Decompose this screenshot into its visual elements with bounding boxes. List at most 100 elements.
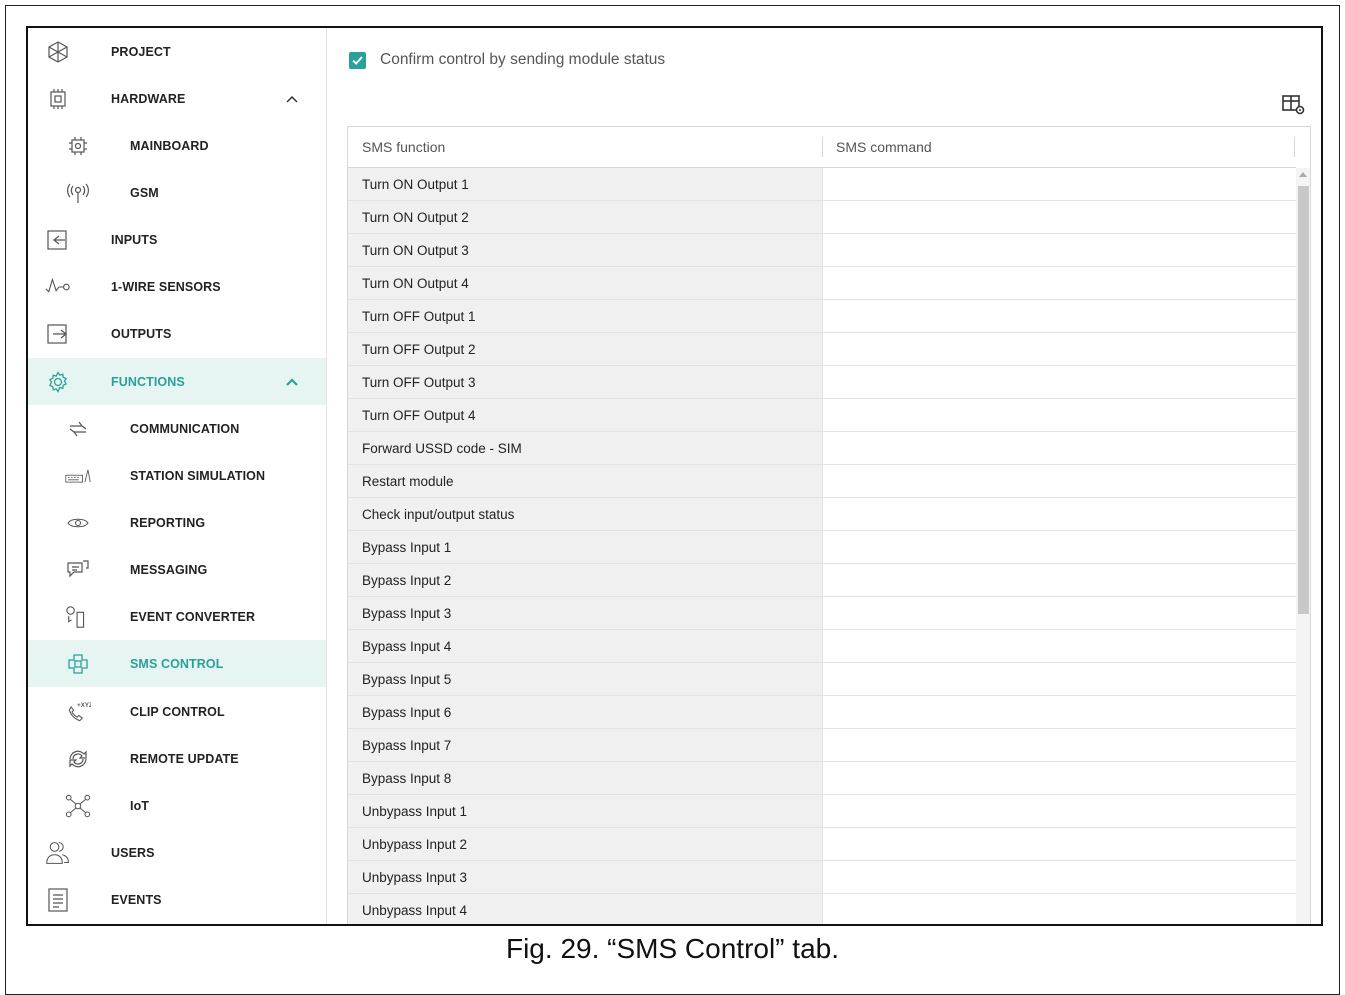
sms-command-input[interactable]: [822, 399, 1296, 431]
sidebar-item-mainboard[interactable]: MAINBOARD: [28, 122, 326, 169]
table-row: Unbypass Input 4: [348, 894, 1296, 924]
sms-command-input[interactable]: [822, 201, 1296, 233]
sidebar-item-remote-update[interactable]: REMOTE UPDATE: [28, 735, 326, 782]
confirm-label: Confirm control by sending module status: [380, 51, 666, 68]
sidebar: PROJECT HARDWARE MAINBOARD GSM INPUTS 1-WIRE …: [28, 28, 327, 924]
sms-command-input[interactable]: [822, 168, 1296, 200]
column-header-sms-command[interactable]: SMS command: [836, 139, 932, 155]
table-settings-icon[interactable]: [1281, 92, 1307, 118]
table-body: Turn ON Output 1 Turn ON Output 2 Turn ON …: [348, 168, 1296, 924]
sidebar-item-reporting[interactable]: REPORTING: [28, 499, 326, 546]
table-row: Check input/output status: [348, 498, 1296, 531]
sidebar-item-label: PROJECT: [111, 44, 171, 59]
sms-function-cell: Check input/output status: [348, 498, 822, 530]
sidebar-item-project[interactable]: PROJECT: [28, 28, 326, 75]
gear-icon: [45, 369, 71, 395]
sidebar-item-clip-control[interactable]: +XYZ CLIP CONTROL: [28, 688, 326, 735]
keyboard-icon: [65, 463, 91, 489]
sidebar-item-users[interactable]: USERS: [28, 829, 326, 876]
sms-command-input[interactable]: [822, 828, 1296, 860]
table-scrollbar[interactable]: [1296, 168, 1310, 924]
sms-command-input[interactable]: [822, 267, 1296, 299]
sms-command-input[interactable]: [822, 333, 1296, 365]
sidebar-item-outputs[interactable]: OUTPUTS: [28, 310, 326, 357]
sms-function-cell: Turn ON Output 3: [348, 234, 822, 266]
sms-command-input[interactable]: [822, 531, 1296, 563]
table-row: Bypass Input 4: [348, 630, 1296, 663]
sidebar-item-station-simulation[interactable]: STATION SIMULATION: [28, 452, 326, 499]
sidebar-item-inputs[interactable]: INPUTS: [28, 216, 326, 263]
sidebar-item-sms-control[interactable]: SMS CONTROL: [28, 640, 326, 687]
sidebar-item-events[interactable]: EVENTS: [28, 876, 326, 923]
sidebar-item-label: SMS CONTROL: [130, 656, 224, 671]
table-row: Turn ON Output 2: [348, 201, 1296, 234]
refresh-icon: [65, 746, 91, 772]
sidebar-item-label: EVENTS: [111, 892, 162, 907]
chevron-up-icon[interactable]: [284, 374, 300, 390]
table-row: Turn ON Output 3: [348, 234, 1296, 267]
sms-function-cell: Turn OFF Output 3: [348, 366, 822, 398]
sms-command-input[interactable]: [822, 564, 1296, 596]
snowflake-icon: [45, 39, 71, 65]
chevron-up-icon[interactable]: [284, 91, 300, 107]
sms-command-input[interactable]: [822, 630, 1296, 662]
sms-function-cell: Restart module: [348, 465, 822, 497]
sidebar-item-label: INPUTS: [111, 232, 158, 247]
table-row: Unbypass Input 3: [348, 861, 1296, 894]
chat-icon: [65, 557, 91, 583]
table-row: Unbypass Input 2: [348, 828, 1296, 861]
sms-function-cell: Bypass Input 7: [348, 729, 822, 761]
confirm-control-option[interactable]: Confirm control by sending module status: [349, 50, 665, 70]
sms-command-input[interactable]: [822, 498, 1296, 530]
sms-function-cell: Unbypass Input 4: [348, 894, 822, 924]
sms-command-input[interactable]: [822, 432, 1296, 464]
sidebar-item-label: FUNCTIONS: [111, 374, 185, 389]
sms-command-input[interactable]: [822, 795, 1296, 827]
sidebar-item-iot[interactable]: IoT: [28, 782, 326, 829]
sms-function-cell: Turn OFF Output 1: [348, 300, 822, 332]
sms-command-input[interactable]: [822, 300, 1296, 332]
sidebar-item-hardware[interactable]: HARDWARE: [28, 75, 326, 122]
sms-command-input[interactable]: [822, 366, 1296, 398]
sidebar-item-label: OUTPUTS: [111, 326, 172, 341]
confirm-checkbox[interactable]: [349, 51, 366, 69]
sidebar-item-label: COMMUNICATION: [130, 421, 240, 436]
sms-command-input[interactable]: [822, 663, 1296, 695]
column-header-sms-function[interactable]: SMS function: [362, 139, 445, 155]
sms-command-input[interactable]: [822, 861, 1296, 893]
table-row: Bypass Input 8: [348, 762, 1296, 795]
sms-command-input[interactable]: [822, 696, 1296, 728]
sidebar-item-functions[interactable]: FUNCTIONS: [28, 358, 326, 405]
sms-command-input[interactable]: [822, 729, 1296, 761]
sidebar-item-messaging[interactable]: MESSAGING: [28, 546, 326, 593]
sms-command-input[interactable]: [822, 465, 1296, 497]
table-row: Unbypass Input 1: [348, 795, 1296, 828]
document-icon: [45, 887, 71, 913]
sidebar-item-label: USERS: [111, 845, 155, 860]
table-row: Turn OFF Output 2: [348, 333, 1296, 366]
table-row: Forward USSD code - SIM: [348, 432, 1296, 465]
sms-function-cell: Forward USSD code - SIM: [348, 432, 822, 464]
sms-command-input[interactable]: [822, 597, 1296, 629]
sms-command-input[interactable]: [822, 234, 1296, 266]
sidebar-item-gsm[interactable]: GSM: [28, 169, 326, 216]
table-row: Turn OFF Output 4: [348, 399, 1296, 432]
sidebar-item-1-wire-sensors[interactable]: 1-WIRE SENSORS: [28, 263, 326, 310]
sidebar-item-event-converter[interactable]: EVENT CONVERTER: [28, 593, 326, 640]
table-header: SMS function SMS command: [348, 127, 1296, 168]
table-row: Turn ON Output 1: [348, 168, 1296, 201]
sidebar-item-label: GSM: [130, 185, 159, 200]
scroll-up-arrow-icon[interactable]: [1299, 172, 1307, 177]
sms-command-input[interactable]: [822, 894, 1296, 924]
table-row: Turn OFF Output 1: [348, 300, 1296, 333]
sms-function-cell: Bypass Input 4: [348, 630, 822, 662]
sms-function-cell: Turn ON Output 1: [348, 168, 822, 200]
figure-caption: Fig. 29. “SMS Control” tab.: [505, 933, 839, 964]
sidebar-item-label: 1-WIRE SENSORS: [111, 279, 221, 294]
sidebar-item-communication[interactable]: COMMUNICATION: [28, 405, 326, 452]
sms-function-cell: Turn OFF Output 4: [348, 399, 822, 431]
sms-function-cell: Turn OFF Output 2: [348, 333, 822, 365]
scroll-thumb[interactable]: [1298, 186, 1309, 614]
sms-command-input[interactable]: [822, 762, 1296, 794]
column-divider: [1294, 137, 1295, 157]
